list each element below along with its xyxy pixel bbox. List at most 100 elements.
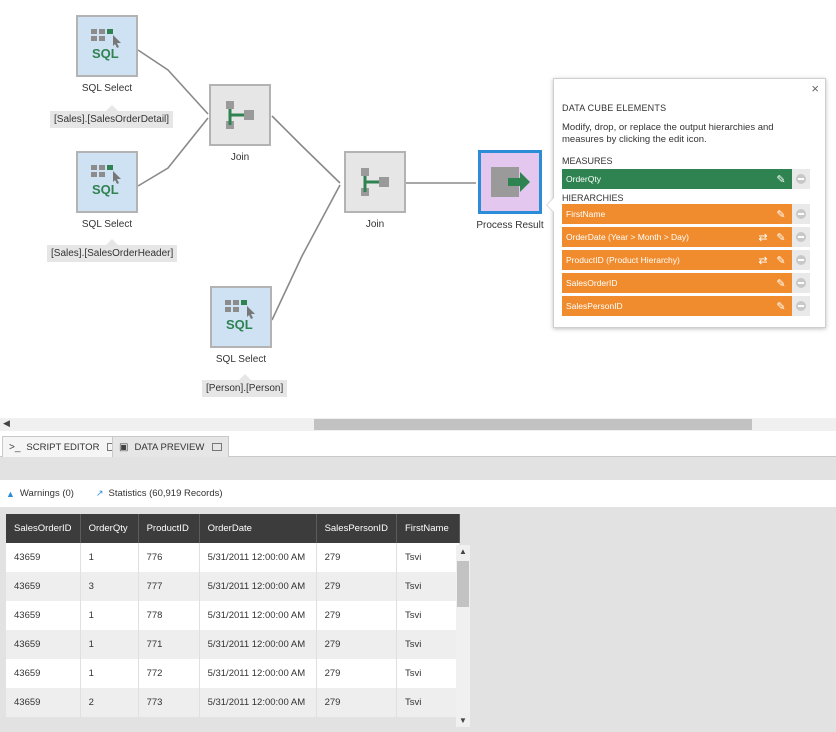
remove-button[interactable] [792, 273, 810, 293]
table-cell: 771 [138, 630, 200, 659]
join-box[interactable] [209, 84, 271, 146]
hierarchy-row-salesorderid[interactable]: SalesOrderID ✎ [562, 273, 817, 293]
measure-bar[interactable]: OrderQty ✎ [562, 169, 792, 189]
table-cell: 279 [316, 601, 397, 630]
vertical-scrollbar[interactable]: ▲ ▼ [456, 545, 470, 727]
sql-select-icon: SQL [91, 29, 121, 61]
horizontal-scrollbar[interactable]: ◀ [0, 418, 836, 431]
remove-button[interactable] [792, 227, 810, 247]
tab-label: DATA PREVIEW [134, 441, 205, 453]
table-cell: 773 [138, 688, 200, 717]
scroll-down-icon[interactable]: ▼ [459, 716, 467, 725]
join-box[interactable] [344, 151, 406, 213]
edit-icon[interactable]: ✎ [774, 173, 788, 186]
remove-icon [796, 278, 806, 288]
table-cell: 2 [80, 688, 139, 717]
sql-select-box[interactable]: SQL [76, 15, 138, 77]
join-icon [361, 168, 389, 196]
table-cell: 279 [316, 572, 397, 601]
table-cell: Tsvi [396, 630, 460, 659]
table-cell: 777 [138, 572, 200, 601]
preview-icon: ▣ [119, 441, 129, 453]
process-result-icon [491, 167, 530, 197]
column-header[interactable]: SalesPersonID [316, 514, 397, 543]
node-sql-select-2[interactable]: SQL SQL Select [42, 151, 172, 230]
edit-icon[interactable]: ✎ [774, 300, 788, 313]
table-row[interactable]: 43659 1 771 5/31/2011 12:00:00 AM 279 Ts… [6, 630, 460, 659]
table-tag-sales-order-detail: [Sales].[SalesOrderDetail] [50, 105, 174, 128]
close-icon[interactable]: × [811, 81, 819, 96]
table-cell: 279 [316, 688, 397, 717]
scroll-up-icon[interactable]: ▲ [459, 547, 467, 556]
panel-description: Modify, drop, or replace the output hier… [562, 122, 774, 145]
statistics-status[interactable]: ↗ Statistics (60,919 Records) [96, 488, 223, 499]
table-cell: 43659 [6, 630, 81, 659]
table-row[interactable]: 43659 1 776 5/31/2011 12:00:00 AM 279 Ts… [6, 543, 460, 572]
sql-select-box[interactable]: SQL [76, 151, 138, 213]
warning-icon: ▲ [6, 488, 15, 499]
hierarchy-bar[interactable]: SalesOrderID ✎ [562, 273, 792, 293]
table-row[interactable]: 43659 3 777 5/31/2011 12:00:00 AM 279 Ts… [6, 572, 460, 601]
node-label: SQL Select [81, 83, 133, 94]
svg-text:SQL: SQL [92, 46, 119, 61]
join-icon [226, 101, 254, 129]
hierarchy-bar[interactable]: OrderDate (Year > Month > Day) ⇄ ✎ [562, 227, 792, 247]
table-row[interactable]: 43659 1 772 5/31/2011 12:00:00 AM 279 Ts… [6, 659, 460, 688]
table-cell: 43659 [6, 688, 81, 717]
table-cell: 5/31/2011 12:00:00 AM [199, 572, 317, 601]
edit-icon[interactable]: ✎ [774, 231, 788, 244]
process-result-box[interactable] [478, 150, 542, 214]
table-cell: 1 [80, 659, 139, 688]
hierarchy-bar[interactable]: ProductID (Product Hierarchy) ⇄ ✎ [562, 250, 792, 270]
remove-button[interactable] [792, 296, 810, 316]
remove-icon [796, 209, 806, 219]
table-cell: 5/31/2011 12:00:00 AM [199, 688, 317, 717]
panel-title: DATA CUBE ELEMENTS [562, 103, 667, 113]
table-row[interactable]: 43659 1 778 5/31/2011 12:00:00 AM 279 Ts… [6, 601, 460, 630]
column-header[interactable]: FirstName [396, 514, 460, 543]
node-join-1[interactable]: Join [175, 84, 305, 163]
tab-data-preview[interactable]: ▣ DATA PREVIEW [112, 436, 230, 457]
edit-icon[interactable]: ✎ [774, 208, 788, 221]
node-label: Join [230, 152, 250, 163]
hierarchy-row-orderdate[interactable]: OrderDate (Year > Month > Day) ⇄ ✎ [562, 227, 817, 247]
hierarchy-bar[interactable]: SalesPersonID ✎ [562, 296, 792, 316]
data-cube-elements-panel: × DATA CUBE ELEMENTS Modify, drop, or re… [546, 78, 826, 328]
svg-text:SQL: SQL [92, 182, 119, 197]
tab-script-editor[interactable]: >_ SCRIPT EDITOR [2, 436, 125, 457]
measure-row-orderqty[interactable]: OrderQty ✎ [562, 169, 817, 189]
table-cell: 5/31/2011 12:00:00 AM [199, 543, 317, 572]
remove-button[interactable] [792, 250, 810, 270]
table-cell: 43659 [6, 572, 81, 601]
table-row[interactable]: 43659 2 773 5/31/2011 12:00:00 AM 279 Ts… [6, 688, 460, 717]
warnings-status[interactable]: ▲ Warnings (0) [6, 488, 74, 499]
swap-hierarchy-icon[interactable]: ⇄ [756, 231, 770, 244]
column-header[interactable]: OrderQty [80, 514, 139, 543]
node-join-2[interactable]: Join [310, 151, 440, 230]
hierarchy-bar[interactable]: FirstName ✎ [562, 204, 792, 224]
column-header[interactable]: SalesOrderID [6, 514, 81, 543]
hierarchy-row-productid[interactable]: ProductID (Product Hierarchy) ⇄ ✎ [562, 250, 817, 270]
remove-button[interactable] [792, 169, 810, 189]
scrollbar-thumb[interactable] [457, 561, 469, 607]
table-cell: 776 [138, 543, 200, 572]
table-header-row: SalesOrderID OrderQty ProductID OrderDat… [6, 514, 460, 543]
hierarchy-row-salespersonid[interactable]: SalesPersonID ✎ [562, 296, 817, 316]
table-tag-sales-order-header: [Sales].[SalesOrderHeader] [47, 239, 178, 262]
hierarchy-row-firstname[interactable]: FirstName ✎ [562, 204, 817, 224]
table-cell: 5/31/2011 12:00:00 AM [199, 630, 317, 659]
node-sql-select-1[interactable]: SQL SQL Select [42, 15, 172, 94]
process-canvas[interactable]: SQL SQL Select [Sales].[SalesOrderDetail… [0, 0, 836, 418]
scroll-left-icon[interactable]: ◀ [3, 418, 10, 429]
node-sql-select-3[interactable]: SQL SQL Select [176, 286, 306, 365]
column-header[interactable]: ProductID [138, 514, 200, 543]
edit-icon[interactable]: ✎ [774, 254, 788, 267]
table-cell: 1 [80, 630, 139, 659]
scrollbar-thumb[interactable] [314, 419, 752, 430]
tab-window-icon[interactable] [212, 443, 223, 451]
remove-button[interactable] [792, 204, 810, 224]
column-header[interactable]: OrderDate [199, 514, 317, 543]
edit-icon[interactable]: ✎ [774, 277, 788, 290]
sql-select-box[interactable]: SQL [210, 286, 272, 348]
swap-hierarchy-icon[interactable]: ⇄ [756, 254, 770, 267]
